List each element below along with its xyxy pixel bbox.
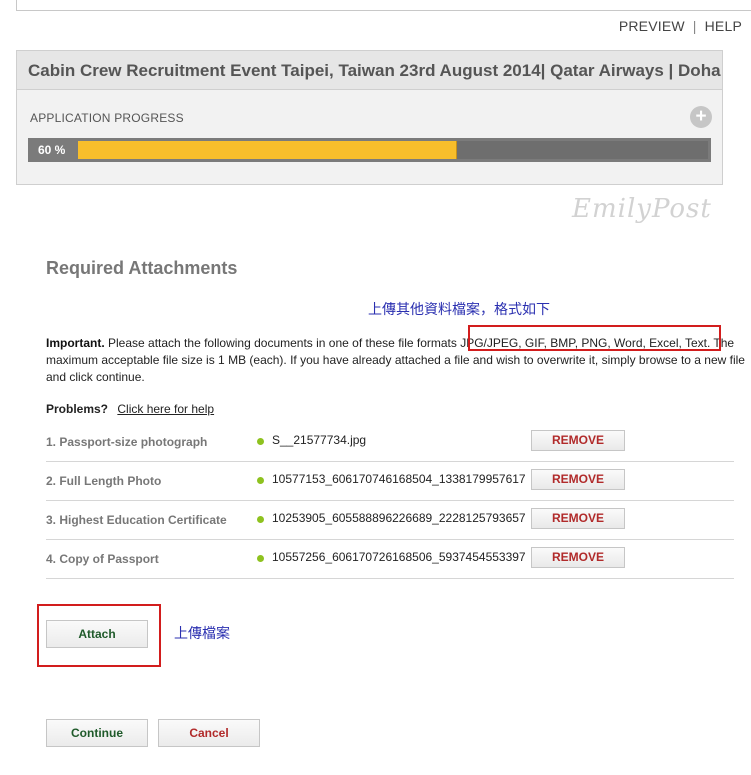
progress-percent: 60 % bbox=[38, 143, 66, 157]
problems-label: Problems? bbox=[46, 402, 109, 416]
attach-button[interactable]: Attach bbox=[46, 620, 148, 648]
emilypost-watermark: EmilyPost bbox=[572, 194, 712, 224]
attachment-filename: 10557256_606170726168506_5937454553397 bbox=[272, 550, 526, 564]
formats-highlight-box bbox=[468, 325, 721, 351]
progress-fill bbox=[78, 141, 457, 159]
remove-button[interactable]: REMOVE bbox=[531, 430, 625, 451]
plus-icon[interactable]: + bbox=[690, 106, 712, 128]
important-label: Important. bbox=[46, 336, 105, 350]
required-attachments-title: Required Attachments bbox=[46, 258, 238, 278]
preview-link[interactable]: PREVIEW bbox=[619, 18, 685, 34]
remove-button[interactable]: REMOVE bbox=[531, 508, 625, 529]
remove-button[interactable]: REMOVE bbox=[531, 469, 625, 490]
top-frame-strip bbox=[16, 0, 751, 11]
attachment-row: 4. Copy of Passport 10557256_60617072616… bbox=[46, 540, 734, 579]
application-progress-bar: 60 % bbox=[28, 138, 711, 162]
status-dot-icon bbox=[257, 477, 264, 484]
nav-separator: | bbox=[692, 18, 697, 34]
help-link-top[interactable]: HELP bbox=[705, 18, 742, 34]
problems-row: Problems? Click here for help bbox=[46, 402, 214, 416]
help-link[interactable]: Click here for help bbox=[117, 402, 214, 416]
attachment-filename: 10577153_606170746168504_1338179957617 bbox=[272, 472, 526, 486]
attachment-row: 3. Highest Education Certificate 1025390… bbox=[46, 501, 734, 540]
annotation-file-formats: 上傳其他資料檔案，格式如下 bbox=[368, 302, 550, 318]
annotation-upload-file: 上傳檔案 bbox=[174, 626, 230, 642]
event-panel: Cabin Crew Recruitment Event Taipei, Tai… bbox=[16, 50, 723, 185]
status-dot-icon bbox=[257, 438, 264, 445]
event-title: Cabin Crew Recruitment Event Taipei, Tai… bbox=[28, 61, 721, 80]
attachment-label: 4. Copy of Passport bbox=[46, 552, 159, 566]
progress-track bbox=[78, 141, 708, 159]
attachment-row: 1. Passport-size photograph S__21577734.… bbox=[46, 423, 734, 462]
attachment-filename: 10253905_605588896226689_2228125793657 bbox=[272, 511, 526, 525]
attachment-label: 3. Highest Education Certificate bbox=[46, 513, 227, 527]
status-dot-icon bbox=[257, 516, 264, 523]
top-nav-links: PREVIEW | HELP bbox=[619, 18, 742, 34]
attachment-label: 1. Passport-size photograph bbox=[46, 435, 208, 449]
continue-button[interactable]: Continue bbox=[46, 719, 148, 747]
cancel-button[interactable]: Cancel bbox=[158, 719, 260, 747]
attachment-label: 2. Full Length Photo bbox=[46, 474, 162, 488]
important-text-before: Please attach the following documents in… bbox=[104, 336, 461, 350]
status-dot-icon bbox=[257, 555, 264, 562]
attachment-filename: S__21577734.jpg bbox=[272, 433, 367, 447]
attachment-row: 2. Full Length Photo 10577153_6061707461… bbox=[46, 462, 734, 501]
remove-button[interactable]: REMOVE bbox=[531, 547, 625, 568]
application-progress-label: APPLICATION PROGRESS bbox=[30, 111, 184, 125]
